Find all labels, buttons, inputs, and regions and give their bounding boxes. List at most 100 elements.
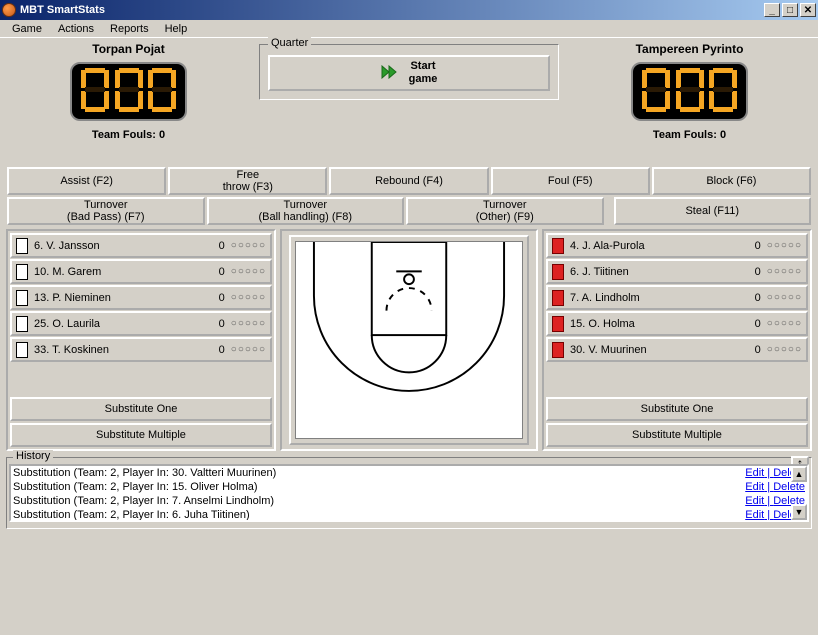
player-points: 0 [205, 318, 225, 330]
titlebar: MBT SmartStats _ □ ✕ [0, 0, 818, 20]
team2-name: Tampereen Pyrinto [567, 42, 812, 56]
foul-indicators: ○○○○○ [231, 344, 266, 355]
player-name: 4. J. Ala-Purola [570, 240, 741, 252]
turnover-ballhandling-button[interactable]: Turnover (Ball handling) (F8) [207, 197, 405, 225]
team2-score [631, 62, 747, 121]
jersey-icon [552, 316, 564, 332]
player-row[interactable]: 15. O. Holma0 ○○○○○ [546, 311, 808, 336]
team2-sub-multi-button[interactable]: Substitute Multiple [546, 423, 808, 447]
history-edit-link[interactable]: Edit [745, 481, 764, 493]
jersey-icon [16, 290, 28, 306]
history-text: Substitution (Team: 2, Player In: 6. Juh… [13, 509, 250, 522]
foul-indicators: ○○○○○ [767, 266, 802, 277]
player-row[interactable]: 30. V. Muurinen0○○○○○ [546, 337, 808, 362]
player-row[interactable]: 4. J. Ala-Purola0 ○○○○○ [546, 233, 808, 258]
steal-button[interactable]: Steal (F11) [614, 197, 812, 225]
jersey-icon [552, 264, 564, 280]
foul-indicators: ○○○○○ [231, 318, 266, 329]
history-frame: History ↑ Substitution (Team: 2, Player … [6, 457, 812, 529]
team1-roster: 6. V. Jansson0○○○○○10. M. Garem0○○○○○13.… [6, 229, 276, 451]
menu-help[interactable]: Help [157, 22, 196, 36]
scroll-down-button[interactable]: ▼ [791, 504, 807, 520]
rebound-button[interactable]: Rebound (F4) [329, 167, 488, 195]
foul-indicators: ○○○○○ [767, 344, 802, 355]
close-button[interactable]: ✕ [800, 3, 816, 17]
menu-actions[interactable]: Actions [50, 22, 102, 36]
jersey-icon [16, 238, 28, 254]
player-name: 6. V. Jansson [34, 240, 205, 252]
player-name: 13. P. Nieminen [34, 292, 205, 304]
player-row[interactable]: 10. M. Garem0 ○○○○○ [10, 259, 272, 284]
player-name: 10. M. Garem [34, 266, 205, 278]
history-delete-link[interactable]: Delete [773, 481, 805, 493]
team1-sub-one-button[interactable]: Substitute One [10, 397, 272, 421]
player-points: 0 [741, 318, 761, 330]
turnover-other-button[interactable]: Turnover (Other) (F9) [406, 197, 604, 225]
player-row[interactable]: 25. O. Laurila0○○○○○ [10, 311, 272, 336]
jersey-icon [16, 316, 28, 332]
history-edit-link[interactable]: Edit [745, 495, 764, 507]
history-list: Substitution (Team: 2, Player In: 30. Va… [9, 464, 809, 522]
history-row: Substitution (Team: 2, Player In: 15. Ol… [13, 481, 805, 495]
menu-game[interactable]: Game [4, 22, 50, 36]
assist-button[interactable]: Assist (F2) [7, 167, 166, 195]
player-points: 0 [741, 292, 761, 304]
history-row: Substitution (Team: 2, Player In: 30. Va… [13, 467, 805, 481]
team2-fouls: Team Fouls: 0 [567, 129, 812, 141]
player-name: 33. T. Koskinen [34, 344, 205, 356]
start-game-label: Start game [409, 60, 438, 85]
player-points: 0 [741, 344, 761, 356]
player-points: 0 [205, 292, 225, 304]
team2-block: Tampereen Pyrinto Team Fouls: 0 [567, 42, 812, 141]
history-text: Substitution (Team: 2, Player In: 7. Ans… [13, 495, 274, 509]
history-edit-link[interactable]: Edit [745, 509, 764, 521]
team1-name: Torpan Pojat [6, 42, 251, 56]
player-points: 0 [205, 266, 225, 278]
player-row[interactable]: 33. T. Koskinen0 ○○○○○ [10, 337, 272, 362]
player-points: 0 [741, 266, 761, 278]
player-row[interactable]: 6. J. Tiitinen0 ○○○○○ [546, 259, 808, 284]
foul-indicators: ○○○○○ [767, 318, 802, 329]
player-points: 0 [205, 240, 225, 252]
foul-button[interactable]: Foul (F5) [491, 167, 650, 195]
minimize-button[interactable]: _ [764, 3, 780, 17]
court-diagram[interactable] [296, 242, 522, 438]
player-name: 6. J. Tiitinen [570, 266, 741, 278]
player-row[interactable]: 6. V. Jansson0 ○○○○○ [10, 233, 272, 258]
player-row[interactable]: 13. P. Nieminen0○○○○○ [10, 285, 272, 310]
foul-indicators: ○○○○○ [767, 240, 802, 251]
scroll-up-button[interactable]: ▲ [791, 466, 807, 482]
maximize-button[interactable]: □ [782, 3, 798, 17]
player-points: 0 [205, 344, 225, 356]
team1-sub-multi-button[interactable]: Substitute Multiple [10, 423, 272, 447]
turnover-badpass-button[interactable]: Turnover (Bad Pass) (F7) [7, 197, 205, 225]
freethrow-button[interactable]: Free throw (F3) [168, 167, 327, 195]
jersey-icon [552, 290, 564, 306]
history-text: Substitution (Team: 2, Player In: 15. Ol… [13, 481, 258, 495]
start-game-button[interactable]: Start game [268, 55, 550, 91]
quarter-frame: Quarter Start game [259, 44, 559, 100]
play-icon [381, 65, 399, 82]
player-points: 0 [741, 240, 761, 252]
team1-score [70, 62, 186, 121]
window-title: MBT SmartStats [20, 4, 762, 16]
foul-indicators: ○○○○○ [231, 240, 266, 251]
team1-block: Torpan Pojat Team Fouls: 0 [6, 42, 251, 141]
history-row: Substitution (Team: 2, Player In: 6. Juh… [13, 509, 805, 522]
history-row: Substitution (Team: 2, Player In: 7. Ans… [13, 495, 805, 509]
player-row[interactable]: 7. A. Lindholm0 ○○○○○ [546, 285, 808, 310]
foul-indicators: ○○○○○ [767, 292, 802, 303]
jersey-icon [552, 342, 564, 358]
history-edit-link[interactable]: Edit [745, 467, 764, 479]
team2-sub-one-button[interactable]: Substitute One [546, 397, 808, 421]
player-name: 15. O. Holma [570, 318, 741, 330]
block-button[interactable]: Block (F6) [652, 167, 811, 195]
court-panel [280, 229, 538, 451]
player-name: 7. A. Lindholm [570, 292, 741, 304]
app-icon [2, 3, 16, 17]
foul-indicators: ○○○○○ [231, 266, 266, 277]
history-label: History [13, 450, 53, 462]
team1-fouls: Team Fouls: 0 [6, 129, 251, 141]
menu-reports[interactable]: Reports [102, 22, 157, 36]
jersey-icon [552, 238, 564, 254]
